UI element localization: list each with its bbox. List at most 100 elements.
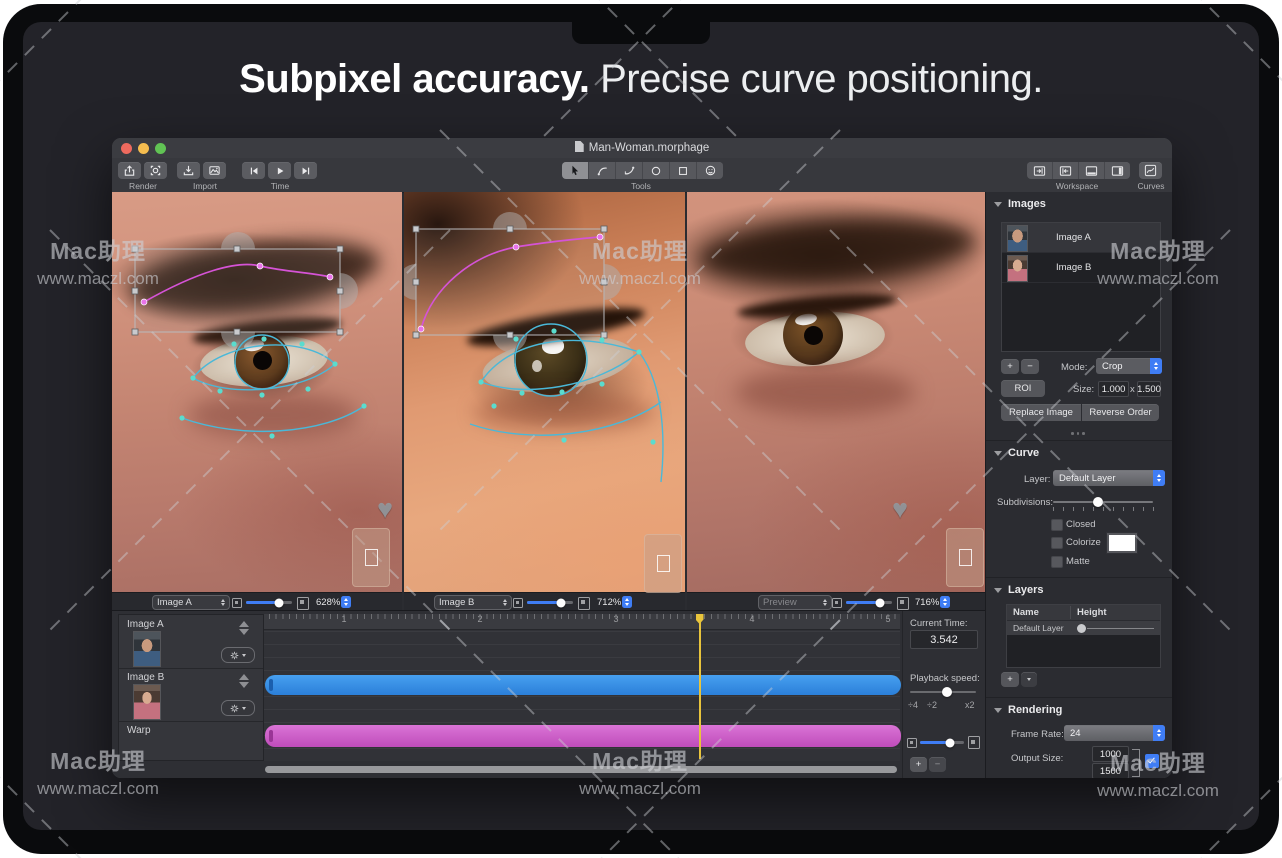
zoom-in-image-icon[interactable]: [297, 597, 309, 610]
remove-track-button[interactable]: −: [929, 757, 946, 772]
play-button[interactable]: [268, 162, 291, 179]
subdivisions-slider[interactable]: [1053, 501, 1153, 503]
zoom-in-timeline-icon[interactable]: [968, 736, 980, 749]
column-divider[interactable]: [1070, 606, 1071, 619]
view-selector-preview[interactable]: Preview: [758, 595, 832, 610]
workspace-show-side-panel[interactable]: [1105, 162, 1130, 179]
timeline-bar-image-b[interactable]: [265, 725, 901, 747]
images-section-header[interactable]: Images: [994, 198, 1046, 210]
mode-label: Mode:: [1061, 362, 1087, 373]
images-list-row-b[interactable]: Image B: [1002, 253, 1160, 283]
rectangle-tool[interactable]: [670, 162, 697, 179]
headline-regular: Precise curve positioning.: [590, 57, 1043, 101]
zoom-slider-b[interactable]: [527, 601, 573, 604]
images-list-row-a[interactable]: Image A: [1002, 223, 1160, 253]
workspace-show-bottom-panel[interactable]: [1079, 162, 1105, 179]
ruler-number: 3: [613, 614, 618, 624]
reorder-arrows[interactable]: [239, 674, 249, 688]
layer-options-button[interactable]: [1021, 672, 1037, 687]
add-layer-button[interactable]: +: [1001, 672, 1019, 687]
size-height-field[interactable]: 1.500: [1137, 381, 1161, 397]
timeline-horizontal-scrollbar[interactable]: [265, 766, 897, 773]
remove-image-button[interactable]: −: [1021, 359, 1039, 374]
zoom-percent-a: 628%: [316, 597, 340, 608]
view-selector-b[interactable]: Image B: [434, 595, 512, 610]
zoom-slider-preview[interactable]: [846, 601, 892, 604]
zoom-in-image-icon[interactable]: [578, 597, 590, 610]
play-icon: [274, 165, 286, 177]
bar-left-handle[interactable]: [269, 730, 273, 742]
zoom-in-image-icon[interactable]: [897, 597, 909, 610]
roi-button[interactable]: ROI: [1001, 380, 1045, 397]
size-width-field[interactable]: 1.000: [1098, 381, 1129, 397]
current-time-field[interactable]: 3.542: [910, 630, 978, 649]
view-selector-a[interactable]: Image A: [152, 595, 230, 610]
track-header-image-b[interactable]: Image B: [119, 668, 263, 722]
closed-checkbox[interactable]: [1051, 519, 1063, 531]
matte-checkbox[interactable]: [1051, 556, 1063, 568]
colorize-color-well[interactable]: [1107, 533, 1137, 553]
eye-curves[interactable]: [182, 335, 364, 431]
slider-ticks: [1053, 507, 1154, 511]
playback-speed-slider[interactable]: [910, 691, 976, 693]
zoom-out-image-icon[interactable]: [232, 598, 242, 608]
ruler-number: 5: [885, 614, 890, 624]
frame-rate-popup[interactable]: 24: [1064, 725, 1165, 741]
track-header-image-a[interactable]: Image A: [119, 615, 263, 669]
reorder-arrows[interactable]: [239, 621, 249, 635]
rendering-section-header[interactable]: Rendering: [994, 704, 1062, 716]
render-snapshot-button[interactable]: [144, 162, 167, 179]
import-file-button[interactable]: [177, 162, 200, 179]
timeline-bar-image-a[interactable]: [265, 675, 901, 695]
timeline-zoom-slider[interactable]: [920, 741, 964, 744]
layer-popup[interactable]: Default Layer: [1053, 470, 1165, 486]
add-image-button[interactable]: +: [1001, 359, 1019, 374]
curve-section-header[interactable]: Curve: [994, 447, 1039, 459]
go-to-end-button[interactable]: [294, 162, 317, 179]
mode-popup[interactable]: Crop: [1096, 358, 1162, 374]
import-image-button[interactable]: [203, 162, 226, 179]
zoom-out-image-icon[interactable]: [832, 598, 842, 608]
render-export-button[interactable]: [118, 162, 141, 179]
replace-image-button[interactable]: Replace Image: [1001, 404, 1081, 421]
zoom-out-timeline-icon[interactable]: [907, 738, 917, 748]
output-height-field[interactable]: 1500: [1092, 763, 1129, 778]
face-tool[interactable]: [697, 162, 723, 179]
zoom-stepper-a[interactable]: [341, 596, 351, 608]
image-b-thumbnail: [1007, 255, 1028, 282]
chevron-down-icon: [242, 654, 246, 657]
output-width-field[interactable]: 1000: [1092, 746, 1129, 762]
selection-box[interactable]: [416, 229, 604, 335]
layers-table-row[interactable]: Default Layer: [1007, 621, 1160, 635]
curve-tool[interactable]: [589, 162, 616, 179]
go-to-start-button[interactable]: [242, 162, 265, 179]
track-options-button[interactable]: [221, 647, 255, 663]
bezier-curve-icon: [596, 164, 609, 177]
select-tool[interactable]: [562, 162, 589, 179]
lock-aspect-checkbox[interactable]: [1145, 754, 1159, 768]
workspace-show-right-panel[interactable]: [1053, 162, 1079, 179]
layers-section-header[interactable]: Layers: [994, 584, 1043, 596]
zoom-slider-a[interactable]: [246, 601, 292, 604]
track-header-warp[interactable]: Warp: [119, 721, 263, 762]
add-track-button[interactable]: +: [910, 757, 927, 772]
workspace-show-left-panel[interactable]: [1027, 162, 1053, 179]
height-slider-thumb[interactable]: [1077, 624, 1086, 633]
height-slider-track[interactable]: [1087, 628, 1154, 630]
reverse-order-button[interactable]: Reverse Order: [1082, 404, 1159, 421]
playhead[interactable]: [699, 614, 701, 759]
timeline: 1 2 3 4 5 Image A: [112, 610, 985, 778]
circle-tool[interactable]: [643, 162, 670, 179]
section-resize-handle[interactable]: [1071, 432, 1085, 435]
colorize-checkbox[interactable]: [1051, 537, 1063, 549]
timeline-ruler[interactable]: [262, 614, 900, 630]
zoom-out-image-icon[interactable]: [513, 598, 523, 608]
zoom-percent-preview: 716%: [915, 597, 939, 608]
zoom-stepper-preview[interactable]: [940, 596, 950, 608]
bar-left-handle[interactable]: [269, 679, 273, 691]
curves-button[interactable]: [1139, 162, 1162, 179]
track-options-button[interactable]: [221, 700, 255, 716]
add-point-tool[interactable]: [616, 162, 643, 179]
zoom-stepper-b[interactable]: [622, 596, 632, 608]
ruler-number: 1: [341, 614, 346, 624]
